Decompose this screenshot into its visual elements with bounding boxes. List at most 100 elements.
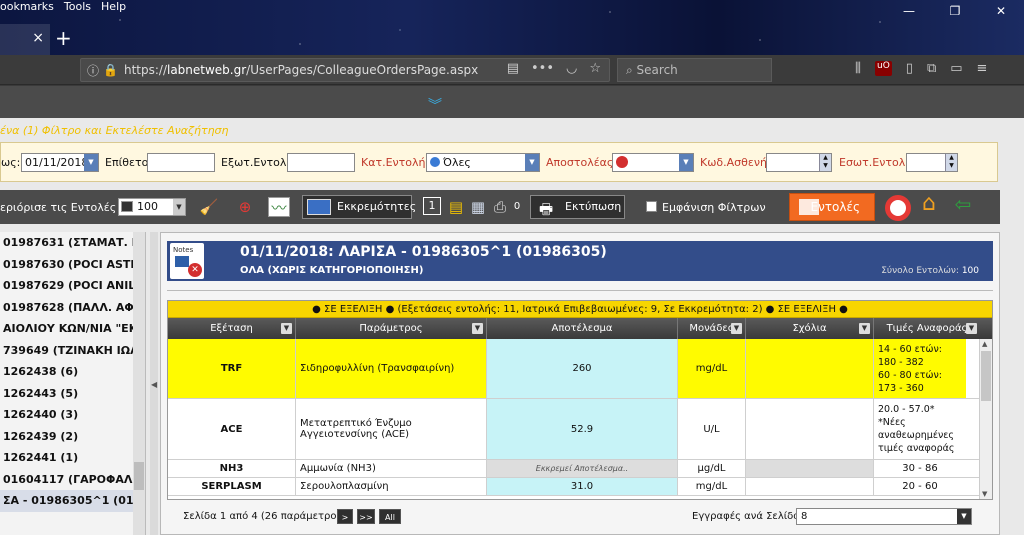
document-icon[interactable]: ▦ bbox=[467, 197, 489, 217]
column-header-units[interactable]: Μονάδες ▼ bbox=[678, 318, 746, 339]
list-item[interactable]: 1262439 (2) bbox=[0, 426, 145, 448]
pending-button[interactable]: Εκκρεμότητες bbox=[302, 195, 416, 219]
filter-icon[interactable]: ▼ bbox=[859, 323, 870, 334]
bookmark-star-icon[interactable]: ☆ bbox=[589, 61, 601, 76]
scrollbar-thumb[interactable] bbox=[134, 462, 144, 490]
library-icon[interactable]: ⫼ bbox=[855, 61, 861, 76]
reader-icon[interactable]: ▤ bbox=[507, 61, 519, 76]
url-bar[interactable]: ⓘ 🔒 https://labnetweb.gr/UserPages/Colle… bbox=[80, 58, 610, 82]
web-page: ︾ ένα (1) Φίλτρο και Εκτελέστε Αναζήτηση… bbox=[0, 86, 1024, 535]
browser-tab[interactable]: × bbox=[0, 24, 50, 55]
spinner-icon[interactable]: ▲ ▼ bbox=[945, 154, 957, 171]
page-size-select[interactable]: 100 ▼ bbox=[118, 198, 186, 216]
list-item[interactable]: 01604117 (ΓΑΡΟΦΑΛΟ bbox=[0, 469, 145, 491]
column-header-comments[interactable]: Σχόλια ▼ bbox=[746, 318, 874, 339]
date-field[interactable]: 01/11/2018 ▼ bbox=[21, 153, 99, 172]
menu-help[interactable]: Help bbox=[101, 0, 126, 18]
more-icon[interactable]: ••• bbox=[531, 61, 554, 76]
ext-order-field[interactable] bbox=[287, 153, 355, 172]
column-label: Παράμετρος bbox=[359, 323, 423, 334]
lifebuoy-icon[interactable] bbox=[885, 195, 911, 221]
all-pages-button[interactable]: All bbox=[379, 509, 401, 524]
close-window-button[interactable]: ✕ bbox=[978, 0, 1024, 22]
table-row[interactable]: ACE Μετατρεπτικό Ένζυμο Αγγειοτενσίνης (… bbox=[168, 399, 992, 460]
sender-select[interactable]: ▼ bbox=[612, 153, 694, 172]
last-page-button[interactable]: >> bbox=[357, 509, 375, 524]
patient-code-field[interactable]: ▲ ▼ bbox=[766, 153, 832, 172]
print-button-label: Εκτύπωση bbox=[565, 200, 622, 213]
chevron-down-icon[interactable]: ︾ bbox=[428, 95, 442, 115]
splitter-handle[interactable]: ◀ bbox=[150, 232, 158, 535]
column-header-result[interactable]: Αποτέλεσμα bbox=[487, 318, 678, 339]
chevron-left-icon[interactable]: ◀ bbox=[151, 380, 157, 389]
new-tab-button[interactable]: + bbox=[55, 24, 77, 52]
list-item[interactable]: 739649 (ΤΖΙΝΑΚΗ ΙΩΑΝ bbox=[0, 340, 145, 362]
print-button[interactable]: 🖶 Εκτύπωση bbox=[530, 195, 625, 219]
notes-icon[interactable]: ▤ bbox=[445, 197, 467, 217]
close-icon[interactable]: ✕ bbox=[188, 263, 202, 277]
logout-icon[interactable]: ⇦ bbox=[952, 194, 974, 214]
column-header-ref[interactable]: Τιμές Αναφοράς ▼ bbox=[874, 318, 980, 339]
filter-icon[interactable]: ▼ bbox=[281, 323, 292, 334]
pocket-icon[interactable]: ◡ bbox=[566, 61, 577, 76]
scroll-up-icon[interactable]: ▲ bbox=[982, 340, 987, 348]
int-order-field[interactable]: ▲ ▼ bbox=[906, 153, 958, 172]
menu-tools[interactable]: Tools bbox=[64, 0, 91, 18]
list-item[interactable]: 1262441 (1) bbox=[0, 447, 145, 469]
chevron-down-icon[interactable]: ▼ bbox=[525, 154, 539, 171]
table-body: TRF Σιδηροφυλλίνη (Τρανσφαιρίνη) 260 mg/… bbox=[168, 339, 992, 499]
list-item[interactable]: 1262438 (6) bbox=[0, 361, 145, 383]
list-item[interactable]: 01987631 (ΣΤΑΜΑΤ. Ελ bbox=[0, 232, 145, 254]
scrollbar-thumb[interactable] bbox=[981, 351, 991, 401]
restore-button[interactable]: ❐ bbox=[932, 0, 978, 22]
target-icon[interactable]: ⊕ bbox=[234, 197, 256, 217]
column-header-param[interactable]: Παράμετρος ▼ bbox=[296, 318, 487, 339]
notes-icon[interactable]: Notes ✕ bbox=[170, 243, 204, 279]
count-badge[interactable]: 1 bbox=[423, 197, 441, 215]
int-order-label: Εσωτ.Εντολή: bbox=[839, 156, 916, 169]
tab-close-icon[interactable]: × bbox=[32, 30, 44, 46]
table-row[interactable]: NH3 Αμμωνία (NH3) Εκκρεμεί Αποτέλεσμα.. … bbox=[168, 460, 992, 478]
list-item[interactable]: 1262440 (3) bbox=[0, 404, 145, 426]
minimize-button[interactable]: — bbox=[886, 0, 932, 22]
broom-icon[interactable]: 🧹 bbox=[198, 197, 220, 217]
ublock-icon[interactable]: uO bbox=[874, 61, 892, 76]
show-filters-checkbox[interactable] bbox=[646, 201, 657, 212]
scroll-down-icon[interactable]: ▼ bbox=[982, 490, 987, 498]
list-item[interactable]: ΑΙΟΛΙΟΥ ΚΩΝ/ΝΙΑ "ΕΚΤ bbox=[0, 318, 145, 340]
list-item[interactable]: 01987630 (POCI ASTRI bbox=[0, 254, 145, 276]
list-item-selected[interactable]: ΣΑ - 01986305^1 (019( bbox=[0, 490, 145, 512]
sidebar-scrollbar[interactable] bbox=[133, 232, 145, 535]
calendar-dropdown-icon[interactable]: ▼ bbox=[84, 154, 98, 171]
table-row[interactable]: SERPLASM Σερουλοπλασμίνη 31.0 mg/dL 20 -… bbox=[168, 478, 992, 496]
orders-list: 01987631 (ΣΤΑΜΑΤ. Ελ 01987630 (POCI ASTR… bbox=[0, 232, 146, 535]
filter-icon[interactable]: ▼ bbox=[731, 323, 742, 334]
surname-field[interactable] bbox=[147, 153, 215, 172]
home-icon[interactable]: ⌂ bbox=[918, 193, 940, 215]
list-item[interactable]: 01987629 (POCI ANILA bbox=[0, 275, 145, 297]
filter-icon[interactable]: ▼ bbox=[472, 323, 483, 334]
grid-scrollbar[interactable]: ▲ ▼ bbox=[979, 339, 992, 499]
spinner-icon[interactable]: ▲ ▼ bbox=[819, 154, 831, 171]
column-header-exam[interactable]: Εξέταση ▼ bbox=[168, 318, 296, 339]
sync-icon[interactable]: ▭ bbox=[950, 61, 962, 76]
chevron-down-icon[interactable]: ▼ bbox=[173, 199, 185, 215]
notes-label: Notes bbox=[173, 246, 194, 254]
sidebar-toggle-icon[interactable]: ▯ bbox=[906, 61, 913, 76]
orders-button[interactable]: Εντολές bbox=[789, 193, 875, 221]
info-icon[interactable]: ⓘ bbox=[87, 62, 99, 79]
chart-icon[interactable]: 〰 bbox=[268, 197, 290, 217]
screenshot-icon[interactable]: ⧉ bbox=[927, 61, 936, 76]
list-item[interactable]: 01987628 (ΠΑΛΛ. ΑΦΡ bbox=[0, 297, 145, 319]
chevron-down-icon[interactable]: ▼ bbox=[679, 154, 693, 171]
search-input[interactable]: ⌕ Search bbox=[617, 58, 772, 82]
category-select[interactable]: Όλες ▼ bbox=[426, 153, 540, 172]
next-page-button[interactable]: > bbox=[337, 509, 353, 524]
table-row[interactable]: TRF Σιδηροφυλλίνη (Τρανσφαιρίνη) 260 mg/… bbox=[168, 339, 992, 399]
menu-bookmarks[interactable]: ookmarks bbox=[0, 0, 54, 18]
list-item[interactable]: 1262443 (5) bbox=[0, 383, 145, 405]
filter-icon[interactable]: ▼ bbox=[966, 323, 977, 334]
hamburger-menu-icon[interactable]: ≡ bbox=[977, 61, 988, 76]
chevron-down-icon[interactable]: ▼ bbox=[957, 509, 971, 524]
rows-per-page-select[interactable]: 8 ▼ bbox=[796, 508, 972, 525]
